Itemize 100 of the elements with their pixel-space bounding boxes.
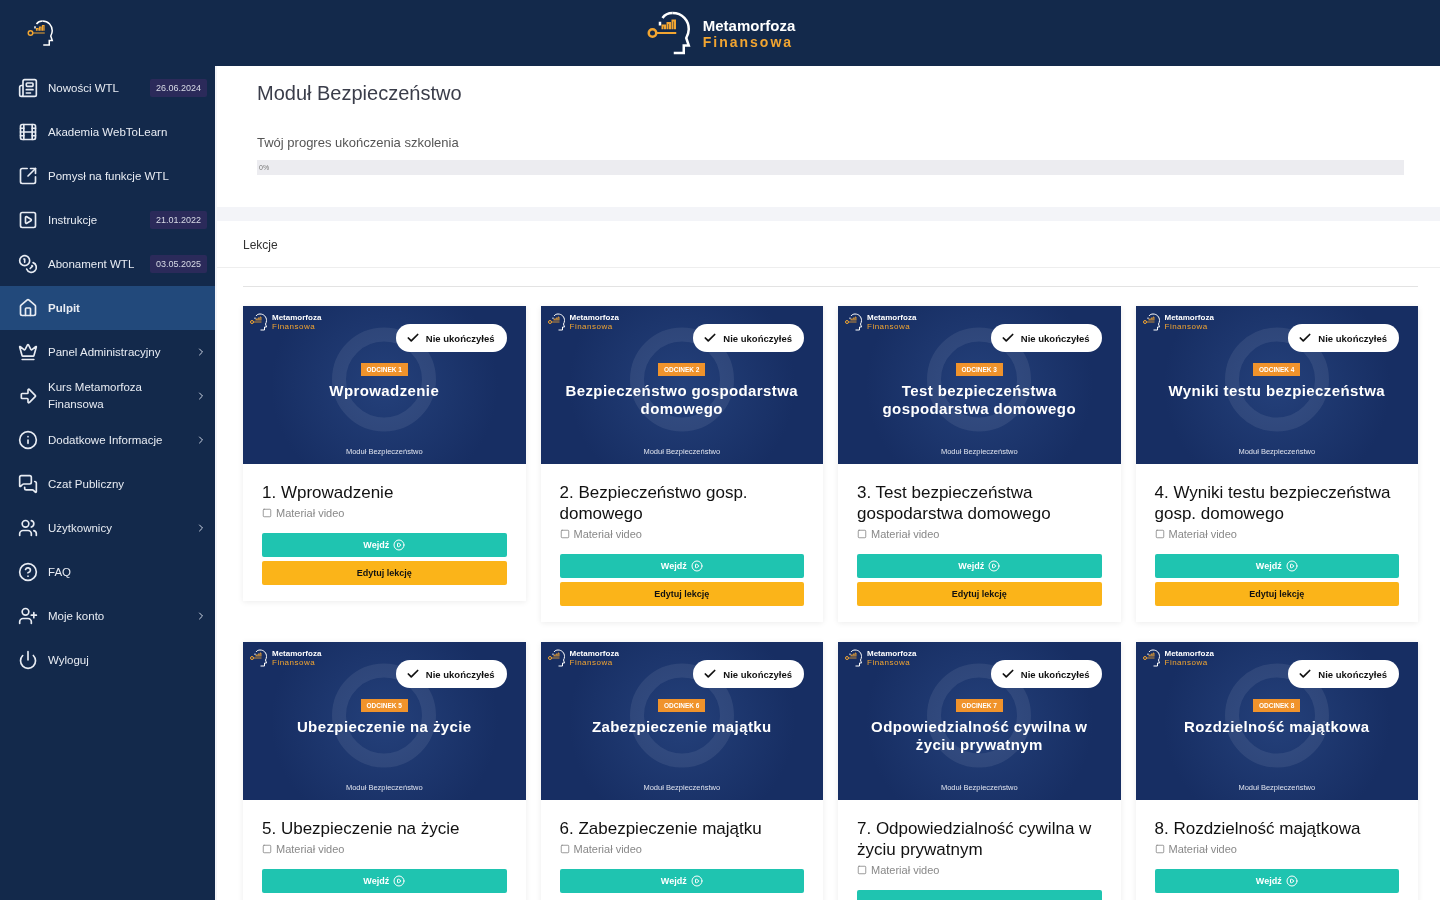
checkbox[interactable] [1154,844,1165,854]
logo-icon [26,18,56,48]
thumbnail-brand: Finansowa [1164,658,1209,667]
sidebar-item[interactable]: Moje konto [0,594,215,638]
sidebar-label: Użytkownicy [48,520,113,536]
sidebar-label: Abonament WTL [48,256,136,272]
sidebar-item[interactable]: Abonament WTL 03.05.2025 [0,242,215,286]
sidebar-label: Nowości WTL [48,80,120,96]
thumbnail-brand: Metamorfoza [867,313,917,322]
check-icon [1000,667,1015,681]
sidebar-item[interactable]: Użytkownicy [0,506,215,550]
date-badge: 03.05.2025 [149,255,207,273]
sidebar-item[interactable]: Wyloguj [0,638,215,682]
video-icon [18,210,38,230]
lesson-title: 8. Rozdzielność majątkowa [1154,818,1362,839]
status-pill: Nie ukończyłeś [1288,324,1399,352]
material-label: Materiał video [573,843,642,855]
thumbnail-title: Ubezpieczenie na życie [295,718,473,736]
thumbnail-brand: Finansowa [272,658,317,667]
lesson-title: 1. Wprowadzenie [262,482,395,503]
sidebar-item[interactable]: Panel Administracyjny [0,330,215,374]
logo-icon [844,648,864,668]
material-label: Materiał video [573,528,642,540]
logo-icon [1141,648,1162,668]
thumbnail-title: Bezpieczeństwo gospodarstwa domowego [564,382,799,418]
brand-subtitle: Finansowa [702,34,795,49]
lesson-title: 6. Zabezpieczenie majątku [559,818,763,839]
sidebar-label: Czat Publiczny [48,476,126,492]
thumbnail-brand: Finansowa [1164,322,1209,331]
thumbnail-brand: Metamorfoza [1164,649,1214,658]
thumbnail-brand: Finansowa [569,322,614,331]
edit-button[interactable]: Edytuj lekcję [857,582,1102,606]
material-label: Materiał video [276,507,345,519]
logo-icon [249,648,269,668]
edit-button[interactable]: Edytuj lekcję [262,561,507,585]
sidebar-label: Kurs Metamorfoza Finansowa [48,380,143,412]
check-icon [1000,331,1015,345]
sidebar-label: Instrukcje [48,212,99,228]
sidebar-label: FAQ [48,564,72,580]
edit-button[interactable]: Edytuj lekcję [559,582,804,606]
thumbnail-brand: Finansowa [272,322,317,331]
sidebar-item[interactable]: Dodatkowe Informacje [0,418,215,462]
checkbox[interactable] [1154,529,1165,539]
user-add-icon [18,606,38,626]
play-icon [1285,560,1298,572]
sidebar-item[interactable]: FAQ [0,550,215,594]
lesson-title: 4. Wyniki testu bezpieczeństwa gosp. domowego [1154,482,1392,524]
checkbox[interactable] [262,508,272,518]
sidebar-item[interactable]: Akademia WebToLearn [0,110,215,154]
film-icon [18,122,38,142]
thumbnail-brand: Finansowa [569,658,614,667]
sidebar-item[interactable]: Instrukcje 21.01.2022 [0,198,215,242]
check-icon [703,331,718,345]
sidebar-item[interactable]: Czat Publiczny [0,462,215,506]
checkbox[interactable] [857,529,867,539]
sidebar-label: Dodatkowe Informacje [48,432,164,448]
status-pill: Nie ukończyłeś [693,660,804,688]
material-label: Materiał video [871,528,940,540]
checkbox[interactable] [857,865,867,875]
sidebar-label: Akademia WebToLearn [48,124,169,140]
thumbnail-brand: Finansowa [867,322,912,331]
brand-name: Metamorfoza [702,17,796,33]
sidebar-label: Moje konto [48,608,106,624]
checkbox[interactable] [262,844,272,854]
play-icon [988,560,1001,572]
lesson-title: 2. Bezpieczeństwo gosp. domowego [559,482,749,524]
material-label: Materiał video [276,843,345,855]
sidebar-item[interactable]: Pomysł na funkcje WTL [0,154,215,198]
checkbox[interactable] [559,529,570,539]
date-badge: 26.06.2024 [149,79,207,97]
edit-button[interactable]: Edytuj lekcję [1154,582,1399,606]
thumbnail-title: Wprowadzenie [328,382,441,400]
thumbnail-brand: Finansowa [867,658,912,667]
check-icon [1298,667,1313,681]
thumbnail-brand: Metamorfoza [569,649,619,658]
crown-icon [18,342,38,362]
newspaper-icon [18,78,38,98]
play-icon [393,539,406,551]
material-label: Materiał video [871,864,940,876]
chat-icon [18,474,38,494]
lesson-title: 3. Test bezpieczeństwa gospodarstwa domowego [857,482,1052,524]
section-title: Lekcje [243,238,278,252]
logo-icon [249,312,269,332]
sidebar-item[interactable]: Kurs Metamorfoza Finansowa [0,374,215,418]
play-icon [690,875,703,887]
material-label: Materiał video [1168,528,1237,540]
status-pill: Nie ukończyłeś [395,324,507,352]
home-icon [18,298,38,318]
checkbox[interactable] [559,844,570,854]
logo-icon [844,312,864,332]
info-icon [18,430,38,450]
sidebar-item[interactable]: Pulpit [0,286,215,330]
status-pill: Nie ukończyłeś [395,660,507,688]
check-icon [703,667,718,681]
sidebar-item[interactable]: Nowości WTL 26.06.2024 [0,66,215,110]
check-icon [405,331,420,345]
logo-icon [546,648,567,668]
help-icon [18,562,38,582]
logo-icon [1141,312,1162,332]
date-badge: 21.01.2022 [149,211,207,229]
